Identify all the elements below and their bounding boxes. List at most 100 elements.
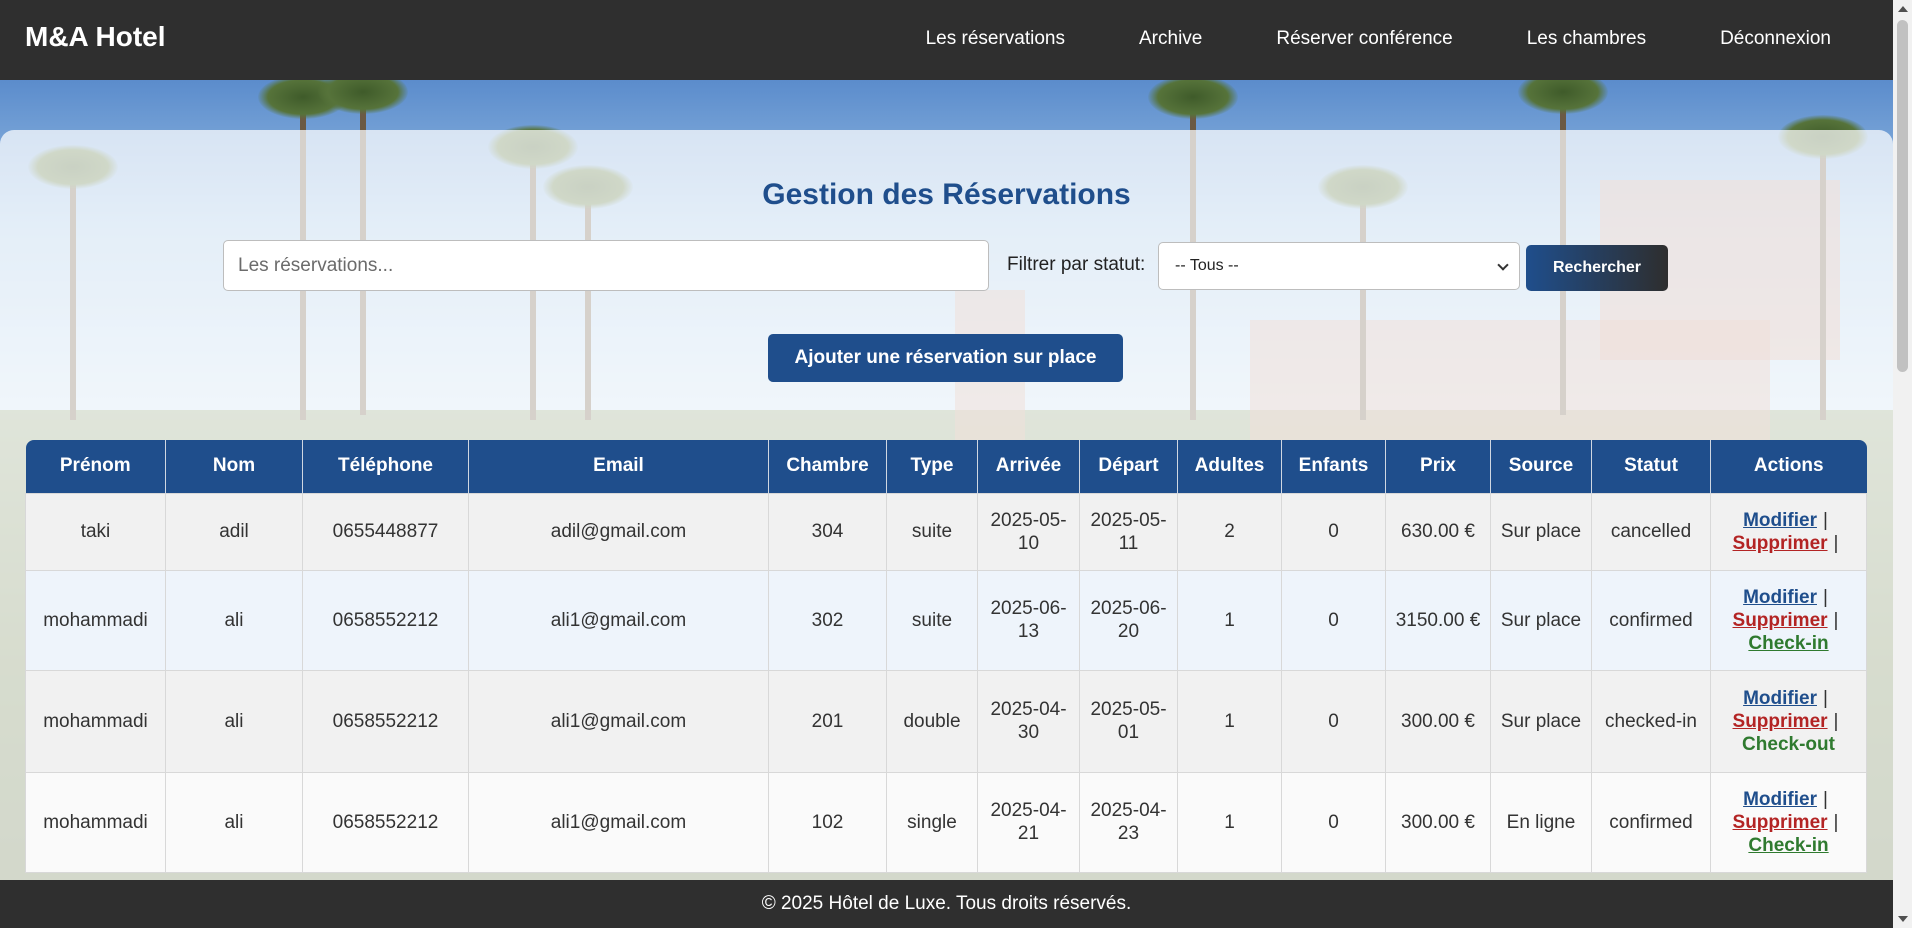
column-header: Actions <box>1710 440 1867 493</box>
cell-actions: Modifier | Supprimer | Check-in <box>1710 771 1867 873</box>
cell-prix: 630.00 € <box>1385 492 1491 571</box>
cell-email: ali1@gmail.com <box>468 569 769 671</box>
cell-nom: ali <box>165 771 303 873</box>
cell-arrivee: 2025-04-30 <box>977 669 1080 773</box>
top-navbar: M&A Hotel Les réservations Archive Réser… <box>0 0 1893 80</box>
cell-source: Sur place <box>1490 492 1592 571</box>
cell-chambre: 201 <box>768 669 887 773</box>
nav-reservations[interactable]: Les réservations <box>926 28 1065 50</box>
modify-link[interactable]: Modifier <box>1743 587 1817 608</box>
delete-link[interactable]: Supprimer <box>1733 812 1828 833</box>
delete-link[interactable]: Supprimer <box>1733 610 1828 631</box>
separator: | <box>1833 811 1839 833</box>
table-row: taki adil 0655448877 adil@gmail.com 304 … <box>25 492 1867 571</box>
nav-book-conference[interactable]: Réserver conférence <box>1276 28 1452 50</box>
cell-depart: 2025-05-11 <box>1079 492 1178 571</box>
checkout-button[interactable]: Check-out <box>1742 734 1835 755</box>
cell-enfants: 0 <box>1281 669 1386 773</box>
cell-statut: checked-in <box>1591 669 1711 773</box>
cell-adultes: 1 <box>1177 569 1282 671</box>
cell-prenom: mohammadi <box>25 771 166 873</box>
column-header: Enfants <box>1281 440 1386 493</box>
cell-email: ali1@gmail.com <box>468 669 769 773</box>
scroll-up-arrow-icon[interactable] <box>1898 6 1908 12</box>
cell-enfants: 0 <box>1281 771 1386 873</box>
delete-link[interactable]: Supprimer <box>1733 711 1828 732</box>
reservations-table: Prénom Nom Téléphone Email Chambre Type … <box>25 440 1867 873</box>
cell-adultes: 1 <box>1177 771 1282 873</box>
table-row: mohammadi ali 0658552212 ali1@gmail.com … <box>25 669 1867 773</box>
cell-actions: Modifier | Supprimer | <box>1710 492 1867 571</box>
cell-telephone: 0658552212 <box>302 669 469 773</box>
cell-nom: ali <box>165 669 303 773</box>
separator: | <box>1822 586 1828 608</box>
cell-depart: 2025-06-20 <box>1079 569 1178 671</box>
cell-depart: 2025-04-23 <box>1079 771 1178 873</box>
cell-adultes: 2 <box>1177 492 1282 571</box>
separator: | <box>1822 687 1828 709</box>
modify-link[interactable]: Modifier <box>1743 789 1817 810</box>
cell-prix: 300.00 € <box>1385 669 1491 773</box>
filter-label: Filtrer par statut: <box>1007 254 1146 275</box>
cell-adultes: 1 <box>1177 669 1282 773</box>
status-filter-select[interactable]: -- Tous -- <box>1158 242 1520 290</box>
reservations-panel: Gestion des Réservations Filtrer par sta… <box>0 130 1893 928</box>
delete-link[interactable]: Supprimer <box>1733 533 1828 554</box>
column-header: Email <box>468 440 769 493</box>
column-header: Arrivée <box>977 440 1080 493</box>
nav-logout[interactable]: Déconnexion <box>1720 28 1831 50</box>
column-header: Départ <box>1079 440 1178 493</box>
cell-prenom: mohammadi <box>25 569 166 671</box>
cell-email: adil@gmail.com <box>468 492 769 571</box>
status-filter-value: -- Tous -- <box>1175 257 1239 274</box>
table-header-row: Prénom Nom Téléphone Email Chambre Type … <box>25 440 1867 493</box>
search-button[interactable]: Rechercher <box>1526 245 1668 291</box>
cell-arrivee: 2025-06-13 <box>977 569 1080 671</box>
cell-source: Sur place <box>1490 669 1592 773</box>
column-header: Type <box>886 440 978 493</box>
nav-rooms[interactable]: Les chambres <box>1527 28 1646 50</box>
brand-logo[interactable]: M&A Hotel <box>25 21 166 53</box>
nav-archive[interactable]: Archive <box>1139 28 1202 50</box>
cell-telephone: 0655448877 <box>302 492 469 571</box>
cell-statut: cancelled <box>1591 492 1711 571</box>
cell-enfants: 0 <box>1281 492 1386 571</box>
column-header: Téléphone <box>302 440 469 493</box>
cell-prenom: taki <box>25 492 166 571</box>
chevron-down-icon <box>1497 259 1509 271</box>
column-header: Nom <box>165 440 303 493</box>
cell-statut: confirmed <box>1591 771 1711 873</box>
main-nav: Les réservations Archive Réserver confér… <box>926 28 1831 50</box>
cell-prix: 3150.00 € <box>1385 569 1491 671</box>
column-header: Source <box>1490 440 1592 493</box>
checkin-link[interactable]: Check-in <box>1748 835 1828 856</box>
cell-type: suite <box>886 569 978 671</box>
cell-nom: adil <box>165 492 303 571</box>
cell-type: single <box>886 771 978 873</box>
cell-type: suite <box>886 492 978 571</box>
search-input[interactable] <box>223 240 989 291</box>
page-scrollbar[interactable] <box>1893 0 1912 928</box>
checkin-link[interactable]: Check-in <box>1748 633 1828 654</box>
cell-telephone: 0658552212 <box>302 569 469 671</box>
cell-depart: 2025-05-01 <box>1079 669 1178 773</box>
column-header: Statut <box>1591 440 1711 493</box>
cell-arrivee: 2025-05-10 <box>977 492 1080 571</box>
modify-link[interactable]: Modifier <box>1743 688 1817 709</box>
cell-email: ali1@gmail.com <box>468 771 769 873</box>
add-onsite-reservation-button[interactable]: Ajouter une réservation sur place <box>768 334 1123 382</box>
column-header: Chambre <box>768 440 887 493</box>
table-row: mohammadi ali 0658552212 ali1@gmail.com … <box>25 771 1867 873</box>
scroll-thumb[interactable] <box>1897 20 1908 372</box>
column-header: Prénom <box>25 440 166 493</box>
scroll-down-arrow-icon[interactable] <box>1898 916 1908 922</box>
column-header: Prix <box>1385 440 1491 493</box>
cell-nom: ali <box>165 569 303 671</box>
modify-link[interactable]: Modifier <box>1743 510 1817 531</box>
cell-source: En ligne <box>1490 771 1592 873</box>
separator: | <box>1822 509 1828 531</box>
cell-type: double <box>886 669 978 773</box>
separator: | <box>1833 609 1839 631</box>
page-title: Gestion des Réservations <box>762 178 1131 211</box>
separator: | <box>1833 710 1839 732</box>
